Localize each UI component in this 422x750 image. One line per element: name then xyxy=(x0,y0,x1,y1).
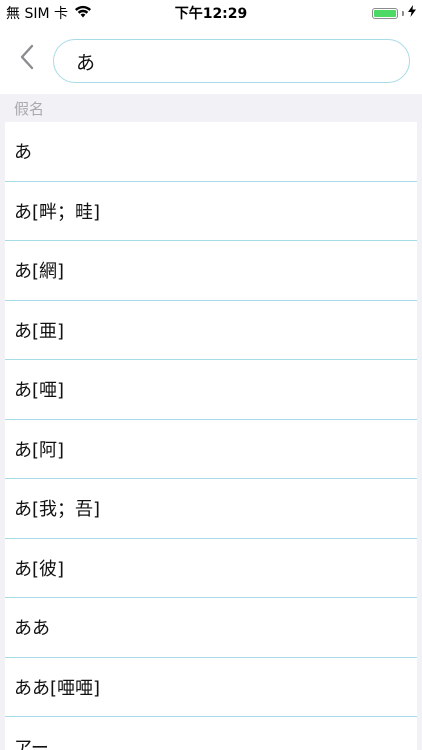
list-item[interactable]: あ[阿] xyxy=(5,419,417,479)
list-item[interactable]: あ[網] xyxy=(5,241,417,301)
list-item[interactable]: ああ xyxy=(5,598,417,658)
list-item-label: あ[我；吾] xyxy=(14,499,101,521)
search-box[interactable] xyxy=(53,39,410,83)
search-input[interactable] xyxy=(74,49,389,73)
list-item-label: あ[阿] xyxy=(14,439,65,461)
chevron-left-icon xyxy=(19,44,35,74)
list-item[interactable]: アー xyxy=(5,717,417,750)
status-time: 下午12:29 xyxy=(174,6,248,22)
app-screen: 無 SIM 卡 下午12:29 あ 假名 あ あ[畔；畦] あ[網] あ[亜] … xyxy=(0,0,422,750)
section-title: 假名 xyxy=(14,100,45,118)
list-item-label: アー xyxy=(14,737,49,750)
list-item[interactable]: あ xyxy=(5,122,417,182)
list-item-label: ああ[唖唖] xyxy=(14,677,101,699)
search-header xyxy=(0,24,422,94)
list-item[interactable]: あ[彼] xyxy=(5,538,417,598)
list-item-label: あ xyxy=(14,142,32,164)
list-item[interactable]: あ[畔；畦] xyxy=(5,181,417,241)
results-list: あ あ[畔；畦] あ[網] あ[亜] あ[唖] あ[阿] あ[我；吾] あ[彼]… xyxy=(5,122,417,750)
list-item-label: あ[彼] xyxy=(14,558,65,580)
battery-fill xyxy=(374,9,396,17)
status-bar: 無 SIM 卡 下午12:29 xyxy=(0,0,422,24)
list-item[interactable]: あ[亜] xyxy=(5,300,417,360)
list-item[interactable]: あ[唖] xyxy=(5,360,417,420)
list-item-label: ああ xyxy=(14,618,50,640)
list-item[interactable]: あ[我；吾] xyxy=(5,479,417,539)
list-item-label: あ[唖] xyxy=(14,380,65,402)
status-right xyxy=(372,5,416,21)
list-item-label: あ[畔；畦] xyxy=(14,201,101,223)
section-header: 假名 xyxy=(0,94,422,122)
charging-bolt-icon xyxy=(408,5,416,21)
back-button[interactable] xyxy=(12,44,42,74)
list-item-label: あ[網] xyxy=(14,261,65,283)
list-item[interactable]: ああ[唖唖] xyxy=(5,657,417,717)
battery-tip xyxy=(402,10,404,16)
battery-icon xyxy=(372,7,398,19)
list-item-label: あ[亜] xyxy=(14,320,65,342)
